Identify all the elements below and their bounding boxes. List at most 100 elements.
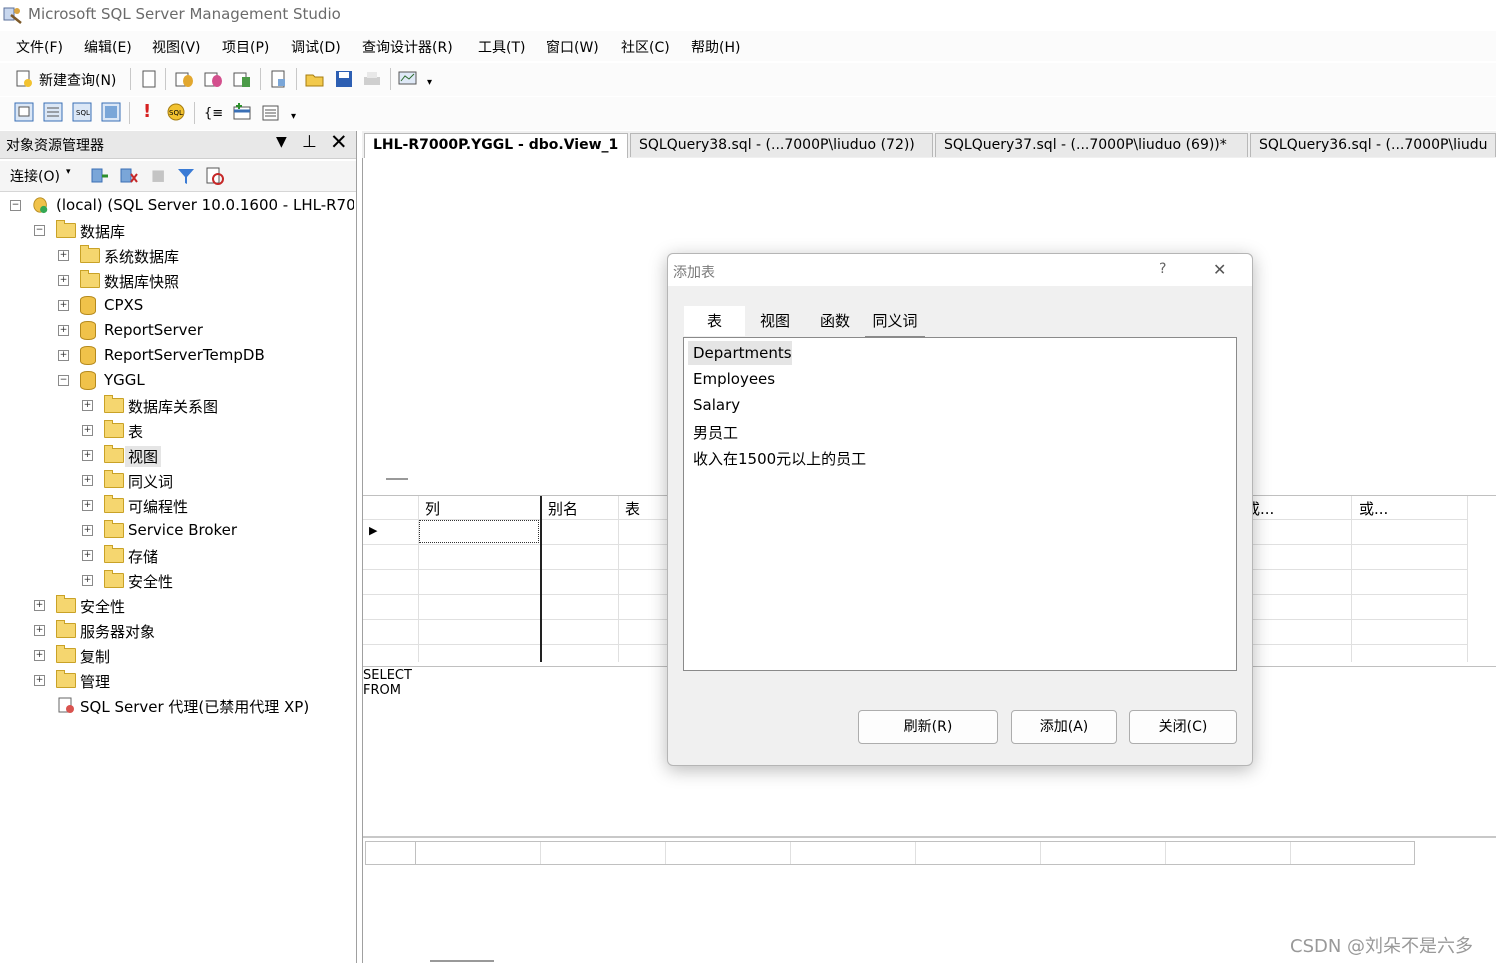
- show-criteria-pane-icon[interactable]: [43, 102, 63, 122]
- expand-icon[interactable]: +: [34, 600, 45, 611]
- expand-icon[interactable]: +: [58, 275, 69, 286]
- tree-item[interactable]: + 复制: [0, 643, 354, 667]
- add-button[interactable]: 添加(A): [1011, 710, 1117, 744]
- pane-splitter[interactable]: [386, 478, 408, 480]
- expand-icon[interactable]: +: [82, 400, 93, 411]
- tree-item[interactable]: + 表: [0, 418, 354, 442]
- column-header-table[interactable]: 表: [625, 498, 640, 519]
- toolbar-overflow-icon[interactable]: ▾: [291, 111, 296, 122]
- tab-sqlquery37[interactable]: SQLQuery37.sql - (...7000P\liuduo (69))*: [935, 133, 1248, 157]
- expand-icon[interactable]: +: [82, 450, 93, 461]
- tree-item[interactable]: + ReportServerTempDB: [0, 343, 354, 367]
- menu-file[interactable]: 文件(F): [16, 37, 63, 57]
- tab-tables[interactable]: 表: [684, 306, 745, 336]
- refresh-button[interactable]: 刷新(R): [858, 710, 998, 744]
- open-folder-icon[interactable]: [305, 69, 325, 89]
- tree-item[interactable]: + 数据库关系图: [0, 393, 354, 417]
- tree-item[interactable]: − (local) (SQL Server 10.0.1600 - LHL-R70…: [0, 193, 354, 217]
- execute-sql-icon[interactable]: !: [143, 101, 151, 122]
- analysis-query-icon[interactable]: [203, 69, 223, 89]
- menu-community[interactable]: 社区(C): [621, 37, 670, 57]
- menu-tools[interactable]: 工具(T): [478, 37, 525, 57]
- tree-item[interactable]: + 管理: [0, 668, 354, 692]
- tree-item[interactable]: + CPXS: [0, 293, 354, 317]
- expand-icon[interactable]: +: [82, 525, 93, 536]
- expand-icon[interactable]: +: [82, 550, 93, 561]
- menu-edit[interactable]: 编辑(E): [84, 37, 132, 57]
- activity-monitor-icon[interactable]: [398, 69, 418, 89]
- expand-icon[interactable]: +: [82, 500, 93, 511]
- tree-item[interactable]: + 安全性: [0, 593, 354, 617]
- tree-item[interactable]: + 视图: [0, 443, 354, 467]
- expand-icon[interactable]: +: [34, 675, 45, 686]
- tab-view-designer[interactable]: LHL-R7000P.YGGL - dbo.View_1: [364, 133, 628, 160]
- column-header-column[interactable]: 列: [425, 498, 440, 519]
- tree-item[interactable]: + 存储: [0, 543, 354, 567]
- menu-view[interactable]: 视图(V): [152, 37, 201, 57]
- mobile-query-icon[interactable]: [232, 69, 252, 89]
- new-file-icon[interactable]: [139, 69, 159, 89]
- expand-icon[interactable]: +: [58, 350, 69, 361]
- tree-item[interactable]: + 系统数据库: [0, 243, 354, 267]
- column-header-alias[interactable]: 别名: [548, 498, 578, 519]
- tree-item[interactable]: − YGGL: [0, 368, 354, 392]
- new-query-button[interactable]: 新建查询(N): [39, 70, 116, 90]
- list-item[interactable]: Salary: [693, 396, 740, 414]
- horizontal-scrollbar[interactable]: [430, 960, 494, 962]
- table-listbox[interactable]: Departments Employees Salary 男员工 收入在1500…: [683, 337, 1237, 671]
- menu-query-designer[interactable]: 查询设计器(R): [362, 37, 453, 57]
- expand-icon[interactable]: +: [34, 625, 45, 636]
- collapse-icon[interactable]: −: [34, 225, 45, 236]
- tab-sqlquery38[interactable]: SQLQuery38.sql - (...7000P\liuduo (72)): [630, 133, 933, 157]
- toolbar-overflow-icon[interactable]: ▾: [427, 77, 432, 88]
- tab-views[interactable]: 视图: [745, 306, 805, 336]
- expand-icon[interactable]: +: [82, 425, 93, 436]
- tree-item[interactable]: + ReportServer: [0, 318, 354, 342]
- expand-icon[interactable]: +: [34, 650, 45, 661]
- dialog-close-icon[interactable]: ✕: [1213, 260, 1226, 279]
- tab-sqlquery36[interactable]: SQLQuery36.sql - (...7000P\liudu: [1250, 133, 1496, 157]
- expand-icon[interactable]: +: [82, 475, 93, 486]
- menu-debug[interactable]: 调试(D): [291, 37, 341, 57]
- collapse-icon[interactable]: −: [10, 200, 21, 211]
- expand-icon[interactable]: +: [82, 575, 93, 586]
- tree-item[interactable]: + 安全性: [0, 568, 354, 592]
- list-item[interactable]: 男员工: [693, 422, 738, 443]
- toolbar-separator: [129, 102, 130, 124]
- database-engine-query-icon[interactable]: [174, 69, 194, 89]
- show-diagram-pane-icon[interactable]: [14, 102, 34, 122]
- save-icon[interactable]: [334, 69, 354, 89]
- tab-synonyms[interactable]: 同义词: [865, 306, 925, 337]
- verify-sql-icon[interactable]: SQL: [166, 102, 186, 122]
- tree-item[interactable]: + 可编程性: [0, 493, 354, 517]
- tree-item[interactable]: + 同义词: [0, 468, 354, 492]
- tab-functions[interactable]: 函数: [805, 306, 865, 336]
- show-results-pane-icon[interactable]: [101, 102, 121, 122]
- list-item[interactable]: Departments: [693, 344, 792, 362]
- active-cell[interactable]: [419, 520, 539, 543]
- expand-icon[interactable]: +: [58, 300, 69, 311]
- new-query-icon[interactable]: [14, 69, 34, 89]
- tree-item-label: Service Broker: [128, 521, 238, 539]
- menu-window[interactable]: 窗口(W): [546, 37, 599, 57]
- add-derived-table-icon[interactable]: [261, 102, 281, 122]
- tree-item[interactable]: SQL Server 代理(已禁用代理 XP): [0, 693, 354, 717]
- tree-item[interactable]: + 数据库快照: [0, 268, 354, 292]
- list-item[interactable]: Employees: [693, 370, 775, 388]
- column-header-or-2[interactable]: 或...: [1359, 498, 1388, 519]
- collapse-icon[interactable]: −: [58, 375, 69, 386]
- expand-icon[interactable]: +: [58, 250, 69, 261]
- show-sql-pane-icon[interactable]: SQL: [72, 102, 92, 122]
- new-project-icon[interactable]: [268, 69, 288, 89]
- expand-icon[interactable]: +: [58, 325, 69, 336]
- close-button[interactable]: 关闭(C): [1129, 710, 1237, 744]
- tree-item[interactable]: − 数据库: [0, 218, 354, 242]
- tree-item[interactable]: + Service Broker: [0, 518, 354, 542]
- tree-item[interactable]: + 服务器对象: [0, 618, 354, 642]
- help-icon[interactable]: ?: [1159, 261, 1166, 277]
- add-table-icon[interactable]: [232, 102, 252, 122]
- group-by-icon[interactable]: {≡: [203, 102, 223, 122]
- list-item[interactable]: 收入在1500元以上的员工: [693, 448, 866, 469]
- menu-project[interactable]: 项目(P): [222, 37, 269, 57]
- menu-help[interactable]: 帮助(H): [691, 37, 740, 57]
